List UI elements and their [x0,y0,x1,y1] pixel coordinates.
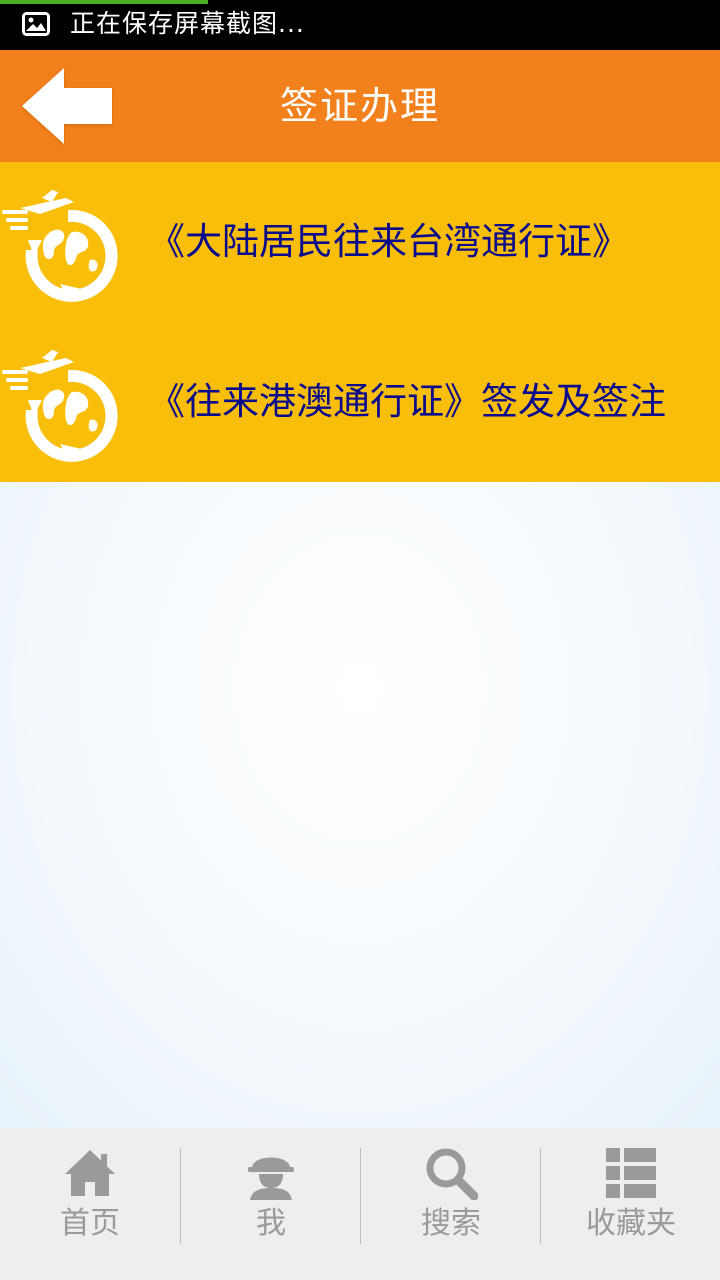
user-icon [248,1157,294,1200]
list-item-label: 《往来港澳通行证》签发及签注 [148,380,666,423]
globe-plane-icon [2,190,118,302]
nav-me[interactable]: 我 [181,1128,361,1280]
list-icon [606,1148,656,1198]
nav-home[interactable]: 首页 [0,1128,180,1280]
list-item-hk-macau-permit[interactable]: 《往来港澳通行证》签发及签注 [0,322,720,482]
page-title: 签证办理 [279,84,440,128]
nav-favorites[interactable]: 收藏夹 [541,1128,720,1280]
list-item-taiwan-permit[interactable]: 《大陆居民往来台湾通行证》 [0,162,720,322]
nav-me-label: 我 [256,1206,286,1241]
search-icon [426,1148,478,1200]
content-area [0,482,720,1128]
image-icon [22,12,50,36]
nav-search-label: 搜索 [421,1206,481,1241]
globe-plane-icon [2,350,118,462]
status-text: 正在保存屏幕截图... [70,9,305,38]
nav-home-label: 首页 [60,1206,120,1241]
nav-search[interactable]: 搜索 [361,1128,541,1280]
status-bar: 正在保存屏幕截图... [0,0,720,50]
bottom-nav: 首页 我 搜索 收藏夹 [0,1128,720,1280]
list-item-label: 《大陆居民往来台湾通行证》 [148,220,629,263]
app-header: 签证办理 [0,50,720,162]
home-icon [65,1150,115,1196]
nav-favorites-label: 收藏夹 [586,1206,676,1241]
status-progress [0,0,208,4]
visa-list: 《大陆居民往来台湾通行证》 《往来港澳通行证》签发及签注 [0,162,720,482]
